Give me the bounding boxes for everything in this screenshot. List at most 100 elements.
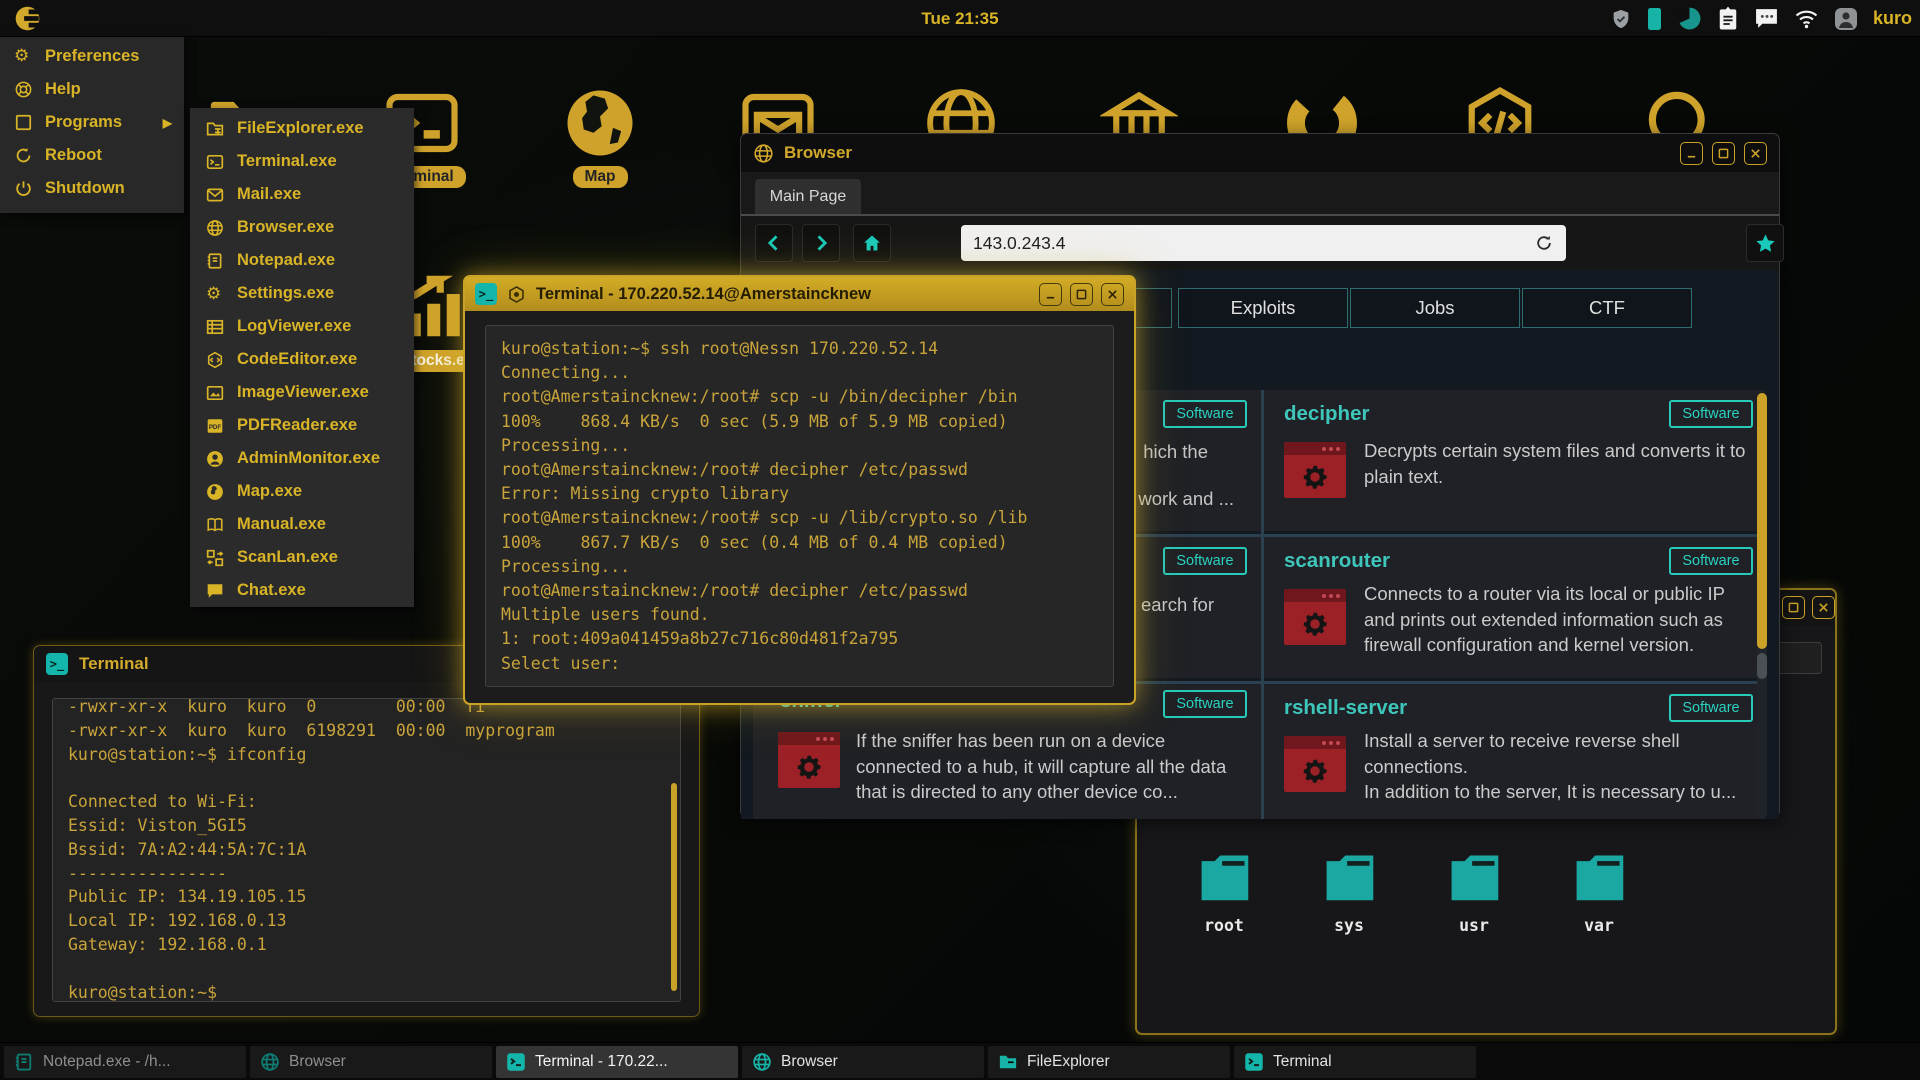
gear-icon <box>1284 602 1346 645</box>
software-description: Install a server to receive reverse shel… <box>1364 728 1751 805</box>
content-tab-ctf[interactable]: CTF <box>1522 288 1692 328</box>
software-app-icon <box>1284 736 1346 792</box>
close-button[interactable] <box>1812 596 1835 619</box>
taskbar-item-browser[interactable]: Browser <box>250 1046 492 1078</box>
taskbar-item-terminal[interactable]: Terminal <box>1234 1046 1476 1078</box>
desktop-icon-label: Map <box>573 166 628 188</box>
software-card-scanrouter[interactable]: scanrouter Software Connects to a router… <box>1264 537 1765 678</box>
minimize-button[interactable] <box>1680 142 1703 165</box>
submenu-item-notepad[interactable]: Notepad.exe <box>190 244 414 277</box>
software-title: decipher <box>1284 402 1369 426</box>
software-card-decipher[interactable]: decipher Software Decrypts certain syste… <box>1264 390 1765 531</box>
submenu-item-adminmonitor[interactable]: AdminMonitor.exe <box>190 442 414 475</box>
window-icon <box>14 113 33 132</box>
chat-icon[interactable] <box>1754 7 1779 30</box>
user-avatar-icon[interactable] <box>1834 7 1858 31</box>
browser-tabstrip: Main Page <box>741 172 1779 214</box>
power-icon <box>14 179 33 198</box>
folder-label: var <box>1551 916 1647 935</box>
submenu-item-fileexplorer[interactable]: FileExplorer.exe <box>190 112 414 145</box>
submenu-item-map[interactable]: Map.exe <box>190 475 414 508</box>
username[interactable]: kuro <box>1873 8 1912 29</box>
software-description: Decrypts certain system files and conver… <box>1364 438 1751 489</box>
gear-hexagon-icon <box>507 285 526 304</box>
submenu-item-chat[interactable]: Chat.exe <box>190 574 414 607</box>
terminal-icon <box>506 1052 526 1072</box>
taskbar-item-notepad[interactable]: Notepad.exe - /h... <box>4 1046 246 1078</box>
browser-page-tab[interactable]: Main Page <box>755 179 861 214</box>
folder-icon <box>998 1052 1018 1072</box>
folder-sys[interactable]: sys <box>1301 848 1397 935</box>
scrollbar-thumb[interactable] <box>1757 393 1767 649</box>
submenu-item-label: Terminal.exe <box>237 152 337 171</box>
software-title: scanrouter <box>1284 549 1390 573</box>
taskbar-item-label: Terminal <box>1273 1053 1332 1071</box>
submenu-item-manual[interactable]: Manual.exe <box>190 508 414 541</box>
lifebuoy-icon <box>14 80 33 99</box>
ssh-terminal-titlebar[interactable]: >_ Terminal - 170.220.52.14@Amerstainckn… <box>465 277 1134 311</box>
software-app-icon <box>1284 589 1346 645</box>
maximize-button[interactable] <box>1712 142 1735 165</box>
menu-item-help[interactable]: Help <box>0 73 184 106</box>
forward-button[interactable] <box>802 224 840 262</box>
programs-submenu: FileExplorer.exe Terminal.exe Mail.exe B… <box>190 108 414 607</box>
url-text[interactable]: 143.0.243.4 <box>973 233 1534 254</box>
submenu-item-mail[interactable]: Mail.exe <box>190 178 414 211</box>
ssh-terminal-window: >_ Terminal - 170.220.52.14@Amerstainckn… <box>463 275 1136 705</box>
home-button[interactable] <box>853 224 891 262</box>
submenu-item-browser[interactable]: Browser.exe <box>190 211 414 244</box>
taskbar-item-ssh-terminal[interactable]: Terminal - 170.22... <box>496 1046 738 1078</box>
bookmark-button[interactable] <box>1746 224 1784 262</box>
browser-titlebar[interactable]: Browser <box>741 134 1779 172</box>
content-tab-exploits[interactable]: Exploits <box>1178 288 1348 328</box>
taskbar-item-browser-2[interactable]: Browser <box>742 1046 984 1078</box>
submenu-item-label: PDFReader.exe <box>237 416 357 435</box>
gear-icon <box>778 745 840 788</box>
wifi-icon[interactable] <box>1794 9 1819 29</box>
folder-root[interactable]: root <box>1176 848 1272 935</box>
menu-item-preferences[interactable]: ⚙ Preferences <box>0 40 184 73</box>
submenu-item-logviewer[interactable]: LogViewer.exe <box>190 310 414 343</box>
content-tab-jobs[interactable]: Jobs <box>1350 288 1520 328</box>
taskbar-item-label: Browser <box>289 1053 346 1071</box>
maximize-button[interactable] <box>1782 596 1805 619</box>
mail-icon <box>206 186 224 204</box>
menu-item-shutdown[interactable]: Shutdown <box>0 172 184 205</box>
scrollbar-thumb[interactable] <box>671 783 677 991</box>
submenu-item-pdfreader[interactable]: PDF PDFReader.exe <box>190 409 414 442</box>
minimize-button[interactable] <box>1039 283 1062 306</box>
maximize-button[interactable] <box>1070 283 1093 306</box>
taskbar-item-fileexplorer[interactable]: FileExplorer <box>988 1046 1230 1078</box>
submenu-item-imageviewer[interactable]: ImageViewer.exe <box>190 376 414 409</box>
url-bar[interactable]: 143.0.243.4 <box>961 225 1566 261</box>
shield-check-icon[interactable] <box>1610 7 1632 31</box>
card-text-fragment: hich the <box>1143 441 1208 463</box>
top-bar: Tue 21:35 kuro <box>0 0 1920 37</box>
menu-item-reboot[interactable]: Reboot <box>0 139 184 172</box>
close-button[interactable] <box>1101 283 1124 306</box>
submenu-item-settings[interactable]: ⚙ Settings.exe <box>190 277 414 310</box>
submenu-item-label: Notepad.exe <box>237 251 335 270</box>
folder-var[interactable]: var <box>1551 848 1647 935</box>
pie-chart-icon[interactable] <box>1677 6 1702 31</box>
folder-usr[interactable]: usr <box>1426 848 1522 935</box>
svg-text:PDF: PDF <box>209 423 222 430</box>
terminal-output: kuro@station:~$ ssh root@Nessn 170.220.5… <box>485 325 1114 687</box>
submenu-arrow-icon: ▶ <box>163 116 172 130</box>
submenu-item-scanlan[interactable]: ScanLan.exe <box>190 541 414 574</box>
submenu-item-codeeditor[interactable]: CodeEditor.exe <box>190 343 414 376</box>
menu-item-programs[interactable]: Programs ▶ <box>0 106 184 139</box>
software-title: rshell-server <box>1284 696 1407 720</box>
submenu-item-terminal[interactable]: Terminal.exe <box>190 145 414 178</box>
clipboard-icon[interactable] <box>1717 6 1739 31</box>
back-button[interactable] <box>755 224 793 262</box>
battery-icon[interactable] <box>1647 6 1662 32</box>
desktop-icon-map[interactable]: Map <box>552 84 648 188</box>
software-description: If the sniffer has been run on a device … <box>856 728 1247 805</box>
reload-icon[interactable] <box>1534 233 1554 253</box>
terminal-text: -rwxr-xr-x kuro kuro 0 00:00 fi -rwxr-xr… <box>53 698 680 1002</box>
scrollbar-track[interactable] <box>1757 393 1767 819</box>
software-card-rshell-server[interactable]: rshell-server Software Install a server … <box>1264 684 1765 819</box>
close-button[interactable] <box>1744 142 1767 165</box>
card-text-fragment: earch for <box>1141 594 1214 616</box>
